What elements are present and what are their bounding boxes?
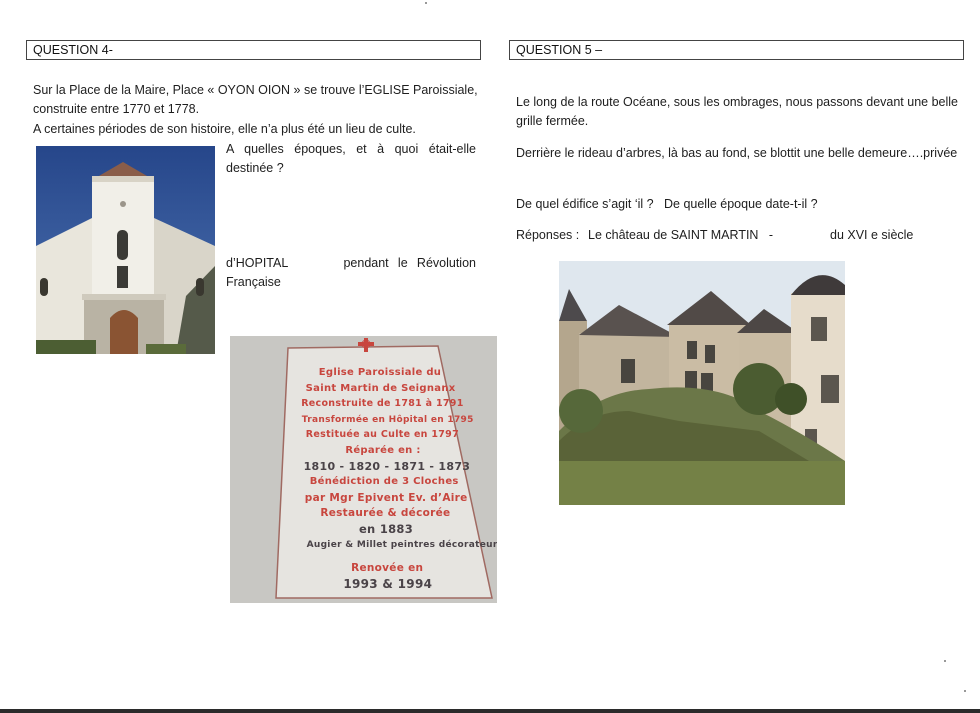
- q4-answer: d’HOPITAL pendant le Révolution Français…: [226, 256, 480, 289]
- q5-paragraph-1: Le long de la route Océane, sous les omb…: [516, 95, 958, 128]
- scan-speck: [944, 660, 946, 662]
- question-4-label-box: QUESTION 4-: [26, 40, 481, 60]
- scan-speck: [425, 2, 427, 4]
- plaque-line: Saint Martin de Seignanx: [305, 382, 456, 394]
- q5-paragraph-2: Derrière le rideau d’arbres, là bas au f…: [516, 146, 958, 160]
- q4-paragraph-line3: A certaines périodes de son histoire, el…: [33, 122, 416, 136]
- church-photo: [36, 146, 215, 354]
- q5-answer: Le château de SAINT MARTIN -: [588, 228, 774, 242]
- plaque-line: Renovée en: [351, 562, 424, 575]
- plaque-line: 1993 & 1994: [343, 576, 433, 591]
- plaque-line: Bénédiction de 3 Cloches: [309, 476, 459, 488]
- q4-paragraph-line1: Sur la Place de la Maire, Place « OYON O…: [33, 83, 478, 97]
- plaque-line: Eglise Paroissiale du: [318, 367, 442, 378]
- q5-question: De quel édifice s’agit ‘il ? De quelle é…: [516, 197, 818, 211]
- plaque-line: Transformée en Hôpital en 1795: [301, 414, 474, 425]
- question-5-label-box: QUESTION 5 –: [509, 40, 964, 60]
- page-bottom-edge: [0, 709, 980, 713]
- plaque-photo: Eglise Paroissiale du Saint Martin de Sei…: [230, 336, 497, 603]
- plaque-line: Augier & Millet peintres décorateurs: [306, 539, 497, 550]
- scan-speck: [964, 690, 966, 692]
- plaque-line: Restituée au Culte en 1797: [305, 429, 459, 441]
- q5-answer-label: Réponses :: [516, 228, 580, 242]
- question-5-label: QUESTION 5 –: [516, 43, 603, 57]
- plaque-line: Restaurée & décorée: [320, 507, 451, 520]
- plaque-line: par Mgr Epivent Ev. d’Aire: [304, 491, 468, 504]
- plaque-line: en 1883: [358, 522, 414, 536]
- plaque-line: 1810 - 1820 - 1871 - 1873: [303, 459, 471, 473]
- plaque-line: Reconstruite de 1781 à 1791: [301, 398, 464, 410]
- question-4-label: QUESTION 4-: [33, 43, 113, 57]
- q4-question: A quelles époques, et à quoi était-elle …: [226, 142, 476, 175]
- q5-answer-period: du XVI e siècle: [830, 228, 914, 242]
- q4-paragraph-line2: construite entre 1770 et 1778.: [33, 102, 200, 116]
- castle-photo: [559, 261, 845, 505]
- plaque-line: Réparée en :: [345, 445, 421, 456]
